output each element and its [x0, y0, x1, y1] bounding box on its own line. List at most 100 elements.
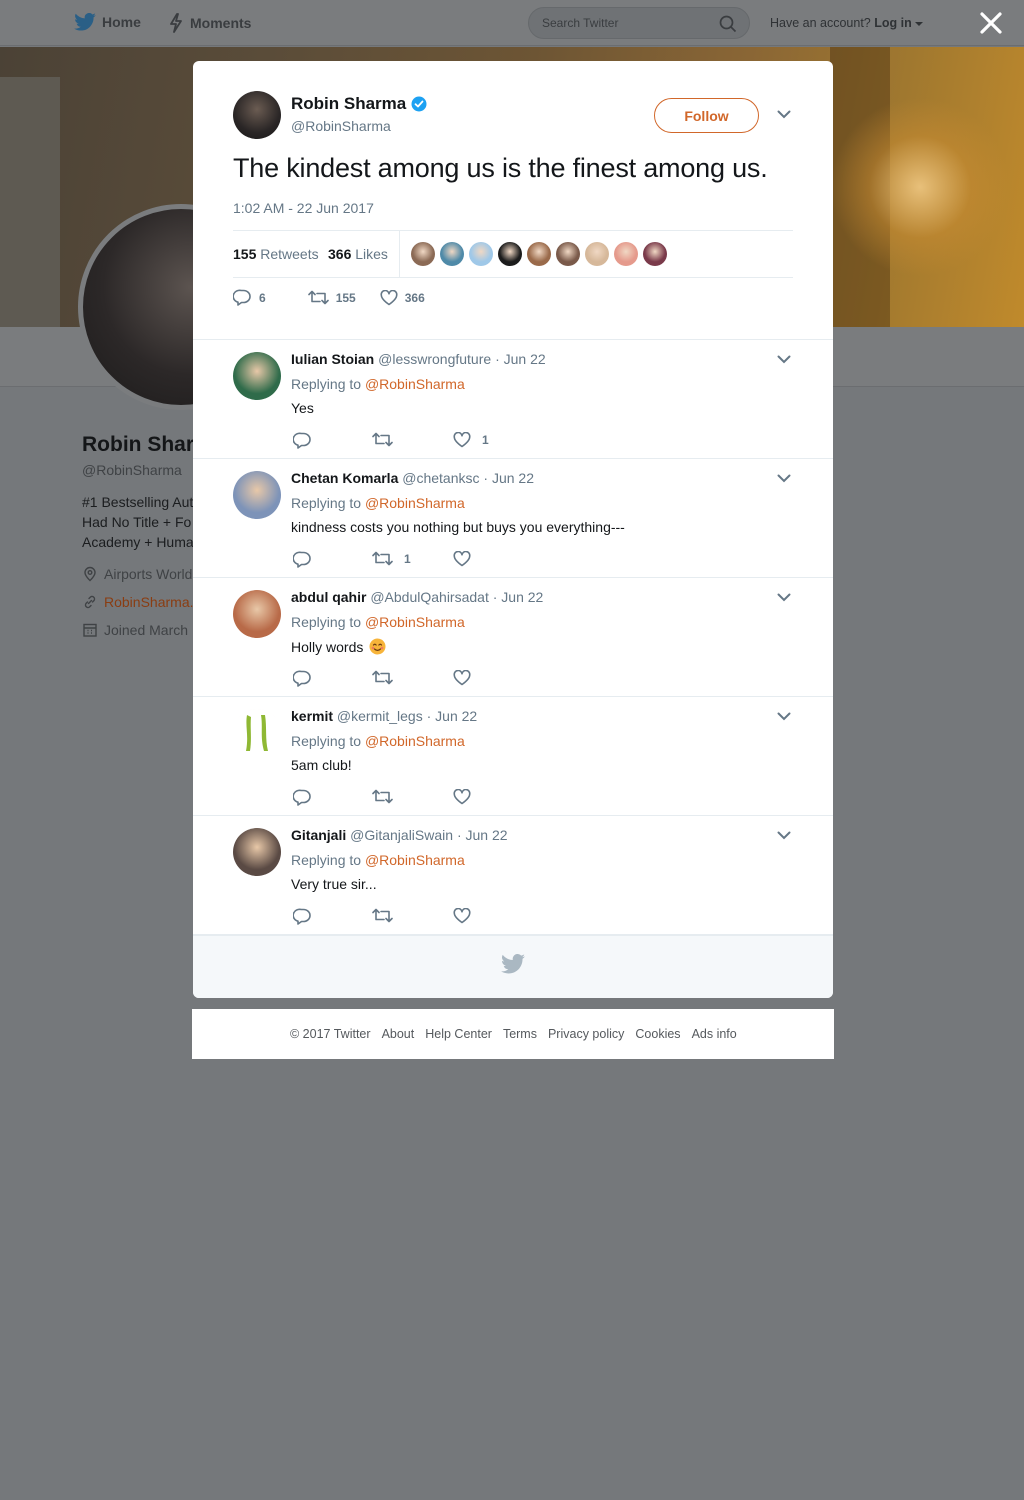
retweet-action[interactable]	[372, 789, 404, 804]
like-action[interactable]: 366	[380, 289, 425, 306]
liker-avatar[interactable]	[440, 242, 464, 266]
chevron-down-icon[interactable]	[777, 110, 791, 119]
profile-joined: Joined March	[82, 622, 194, 638]
reply-author-name[interactable]: abdul qahir	[291, 589, 366, 605]
nav-home-label: Home	[102, 14, 141, 30]
reply-author-handle[interactable]: @lesswrongfuture	[378, 351, 491, 367]
reply-tweet[interactable]: kermit @kermit_legs · Jun 22 Replying to …	[193, 697, 833, 816]
author-name-text: Robin Sharma	[291, 94, 407, 113]
chevron-down-icon[interactable]	[777, 355, 791, 364]
reply-date[interactable]: · Jun 22	[495, 351, 546, 367]
liker-avatar[interactable]	[556, 242, 580, 266]
likes-stat[interactable]: 366 Likes	[328, 246, 388, 262]
footer-link[interactable]: Help Center	[425, 1027, 492, 1041]
reply-icon	[233, 289, 251, 306]
nav-home[interactable]: Home	[74, 13, 141, 31]
reply-action[interactable]	[293, 789, 323, 806]
reply-action[interactable]	[293, 908, 323, 925]
reply-author-handle[interactable]: @chetanksc	[402, 470, 479, 486]
reply-author-handle[interactable]: @GitanjaliSwain	[350, 827, 453, 843]
have-account-text: Have an account?	[770, 16, 871, 30]
liker-avatar[interactable]	[411, 242, 435, 266]
reply-author-name[interactable]: Gitanjali	[291, 827, 346, 843]
reply-avatar[interactable]	[233, 709, 281, 757]
follow-button[interactable]: Follow	[654, 98, 759, 133]
retweet-action[interactable]	[372, 908, 404, 923]
like-action[interactable]	[453, 908, 482, 924]
search-icon[interactable]	[719, 15, 737, 33]
chevron-down-icon[interactable]	[777, 831, 791, 840]
reply-avatar[interactable]	[233, 828, 281, 876]
retweets-stat[interactable]: 155 Retweets	[233, 246, 319, 262]
footer-link[interactable]: Privacy policy	[548, 1027, 624, 1041]
nav-moments[interactable]: Moments	[168, 13, 251, 33]
retweet-action[interactable]: 1	[372, 551, 411, 566]
reply-tweet[interactable]: Iulian Stoian @lesswrongfuture · Jun 22 R…	[193, 340, 833, 459]
reply-author-handle[interactable]: @kermit_legs	[337, 708, 423, 724]
liker-avatar[interactable]	[498, 242, 522, 266]
reply-date[interactable]: · Jun 22	[493, 589, 544, 605]
liker-avatar[interactable]	[585, 242, 609, 266]
retweet-action[interactable]	[372, 670, 404, 685]
chevron-down-icon[interactable]	[777, 712, 791, 721]
reply-action[interactable]	[293, 670, 323, 687]
reply-author-name[interactable]: Iulian Stoian	[291, 351, 374, 367]
reply-actions	[293, 908, 573, 926]
liker-avatar[interactable]	[527, 242, 551, 266]
footer-link[interactable]: Terms	[503, 1027, 537, 1041]
footer-link[interactable]: Cookies	[635, 1027, 680, 1041]
reply-action[interactable]	[293, 551, 323, 568]
reply-date[interactable]: · Jun 22	[427, 708, 478, 724]
retweet-action[interactable]	[372, 432, 404, 447]
reply-avatar[interactable]	[233, 590, 281, 638]
reply-count: 6	[259, 290, 266, 305]
reply-text-content: 5am club!	[291, 757, 352, 773]
footer-link[interactable]: Ads info	[692, 1027, 737, 1041]
login-link[interactable]: Log in	[874, 16, 912, 30]
reply-date[interactable]: · Jun 22	[457, 827, 508, 843]
reply-tweet[interactable]: abdul qahir @AbdulQahirsadat · Jun 22 Rep…	[193, 578, 833, 697]
chevron-down-icon[interactable]	[777, 593, 791, 602]
reply-avatar[interactable]	[233, 352, 281, 400]
chevron-down-icon[interactable]	[777, 474, 791, 483]
replying-to-handle[interactable]: @RobinSharma	[365, 614, 465, 630]
reply-author-name[interactable]: kermit	[291, 708, 333, 724]
tweet-stats: 155 Retweets 366 Likes	[233, 230, 793, 278]
liker-avatar[interactable]	[614, 242, 638, 266]
like-action[interactable]: 1	[453, 432, 489, 448]
liker-avatar[interactable]	[643, 242, 667, 266]
website-link[interactable]: RobinSharma.	[104, 594, 194, 610]
like-action[interactable]	[453, 670, 482, 686]
replying-to-handle[interactable]: @RobinSharma	[365, 376, 465, 392]
twitter-bird-icon	[74, 13, 96, 31]
author-name[interactable]: Robin Sharma	[291, 94, 427, 114]
reply-action[interactable]	[293, 432, 323, 449]
replying-to-handle[interactable]: @RobinSharma	[365, 733, 465, 749]
profile-website[interactable]: RobinSharma.	[82, 594, 194, 610]
login-prompt[interactable]: Have an account? Log in	[770, 16, 924, 30]
author-avatar[interactable]	[233, 91, 281, 139]
search-input[interactable]: Search Twitter	[528, 7, 750, 39]
footer-links: © 2017 Twitter About Help Center Terms Priva…	[290, 1027, 737, 1041]
footer-link[interactable]: About	[382, 1027, 415, 1041]
replying-to-handle[interactable]: @RobinSharma	[365, 852, 465, 868]
replying-to: Replying to @RobinSharma	[291, 733, 465, 749]
retweet-action[interactable]: 155	[307, 290, 356, 305]
likers-avatars	[411, 242, 667, 266]
permalink-tweet: Robin Sharma @RobinSharma Follow The kin…	[193, 61, 833, 340]
reply-tweet[interactable]: Gitanjali @GitanjaliSwain · Jun 22 Replyi…	[193, 816, 833, 935]
replying-to-handle[interactable]: @RobinSharma	[365, 495, 465, 511]
reply-header: Iulian Stoian @lesswrongfuture · Jun 22	[291, 351, 546, 367]
reply-author-name[interactable]: Chetan Komarla	[291, 470, 398, 486]
like-action[interactable]	[453, 551, 482, 567]
like-action[interactable]	[453, 789, 482, 805]
reply-tweet[interactable]: Chetan Komarla @chetanksc · Jun 22 Replyi…	[193, 459, 833, 578]
liker-avatar[interactable]	[469, 242, 493, 266]
reply-action[interactable]: 6	[233, 289, 266, 306]
reply-author-handle[interactable]: @AbdulQahirsadat	[370, 589, 489, 605]
author-handle[interactable]: @RobinSharma	[291, 118, 391, 134]
reply-date[interactable]: · Jun 22	[483, 470, 534, 486]
tweet-timestamp[interactable]: 1:02 AM - 22 Jun 2017	[233, 200, 374, 216]
close-icon[interactable]	[978, 10, 1004, 36]
reply-avatar[interactable]	[233, 471, 281, 519]
